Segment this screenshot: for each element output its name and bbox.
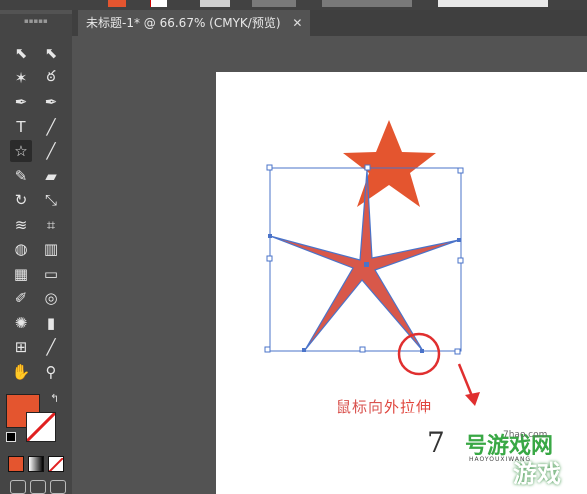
reference-star xyxy=(343,120,436,207)
highlight-circle xyxy=(397,332,441,376)
watermark-logo: 7 号游戏网 7hao.com HAOYOUXIWANG 游戏 xyxy=(407,412,587,494)
annotation-part-1: 鼠标向 xyxy=(336,398,385,416)
watermark-line-2: 游戏 xyxy=(513,460,561,488)
stretched-star xyxy=(269,169,460,352)
watermark-site: 7hao.com xyxy=(503,430,548,440)
drag-arrow xyxy=(457,363,480,406)
watermark-number: 7 xyxy=(427,426,445,459)
